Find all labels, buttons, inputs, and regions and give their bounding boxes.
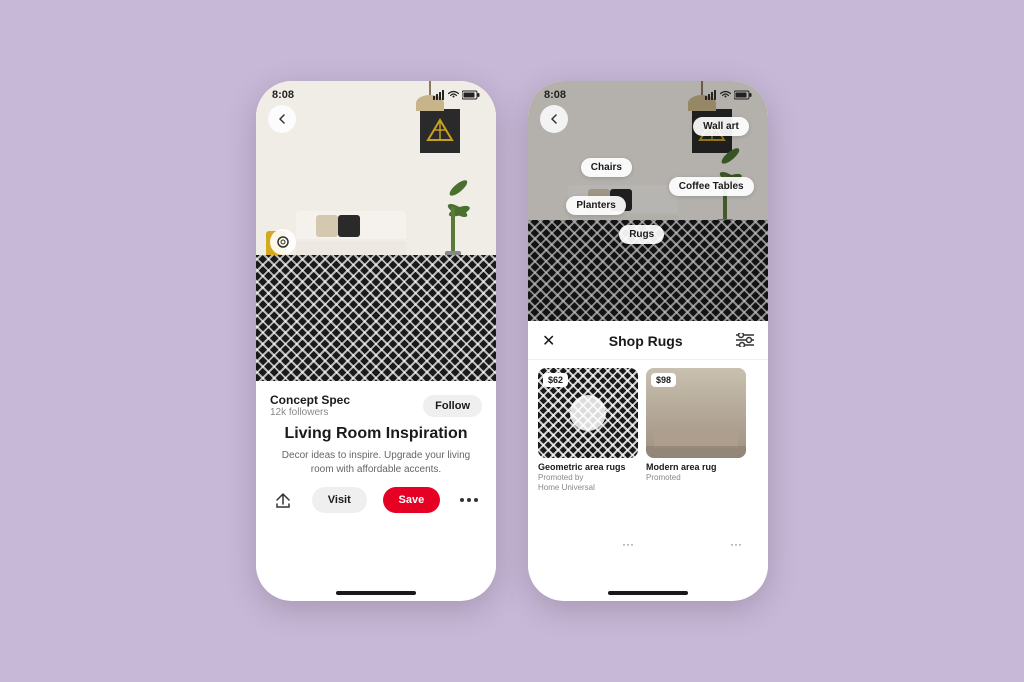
shop-filter-button[interactable] [736,333,754,350]
back-arrow-icon-2 [549,114,559,124]
back-arrow-icon [277,114,287,124]
wifi-icon [448,90,459,100]
scan-icon[interactable] [270,229,296,255]
battery-icon [462,90,480,100]
shop-item-sub2-1: Home Universal [538,483,638,492]
more-options-button[interactable] [456,493,482,507]
triangle-art-icon [426,116,454,146]
back-button-2[interactable] [540,105,568,133]
battery-icon-2 [734,90,752,100]
shop-items-list: $62 Geometric area rugs Promoted by Home… [528,360,768,587]
follow-button[interactable]: Follow [423,395,482,417]
more-dots-icon [460,497,478,503]
author-name: Concept Spec [270,393,350,407]
tag-planters[interactable]: Planters [566,196,625,215]
pin-description: Decor ideas to inspire. Upgrade your liv… [270,449,482,477]
home-indicator-2 [608,591,688,595]
rug-pattern [256,255,496,381]
pin-title: Living Room Inspiration [270,424,482,443]
home-indicator-1 [336,591,416,595]
shop-item-room[interactable]: $98 Modern area rug Promoted ··· [646,368,746,579]
phone-1: 8:08 [256,81,496,601]
shop-item-room-image: $98 [646,368,746,458]
status-time-1: 8:08 [272,89,294,101]
share-icon [274,491,292,509]
shop-item-sub1-1: Promoted by [538,473,638,482]
signal-icon-2 [705,90,717,100]
shop-panel: ✕ Shop Rugs [528,321,768,587]
shop-item-name-1: Geometric area rugs [538,462,638,472]
author-followers: 12k followers [270,407,350,418]
wifi-icon-2 [720,90,731,100]
action-bar: Visit Save [270,487,482,513]
signal-icon [433,90,445,100]
tag-rugs[interactable]: Rugs [619,225,664,244]
author-info: Concept Spec 12k followers [270,393,350,418]
rug-center-circle [570,395,606,431]
tag-chairs[interactable]: Chairs [581,158,632,177]
tag-wall-art[interactable]: Wall art [693,117,749,136]
wall-art-decoration [420,109,460,153]
status-bar-2: 8:08 [528,81,768,105]
sofa [296,211,406,261]
status-time-2: 8:08 [544,89,566,101]
shop-close-button[interactable]: ✕ [542,331,555,351]
shop-item-name-2: Modern area rug [646,462,746,472]
shop-item-sub1-2: Promoted [646,473,746,482]
shop-title: Shop Rugs [609,333,683,349]
price-tag-2: $98 [651,373,676,387]
pin-content-1: Concept Spec 12k followers Follow Living… [256,381,496,587]
shop-item-rug[interactable]: $62 Geometric area rugs Promoted by Home… [538,368,638,579]
lens-icon [276,235,290,249]
shop-item-rug-image: $62 [538,368,638,458]
more-options-item-1[interactable]: ··· [622,537,634,551]
author-row: Concept Spec 12k followers Follow [270,393,482,418]
price-tag-1: $62 [543,373,568,387]
tag-coffee-tables[interactable]: Coffee Tables [669,177,754,196]
shop-header: ✕ Shop Rugs [528,321,768,360]
phone-2: 8:08 [528,81,768,601]
filter-icon [736,333,754,347]
status-icons-2 [705,90,752,100]
back-button-1[interactable] [268,105,296,133]
share-button[interactable] [270,487,296,513]
room-floor-mini [646,446,746,458]
visit-button[interactable]: Visit [312,487,367,513]
status-icons-1 [433,90,480,100]
more-options-item-2[interactable]: ··· [730,537,742,551]
rug [256,255,496,381]
save-button[interactable]: Save [383,487,441,513]
status-bar-1: 8:08 [256,81,496,105]
